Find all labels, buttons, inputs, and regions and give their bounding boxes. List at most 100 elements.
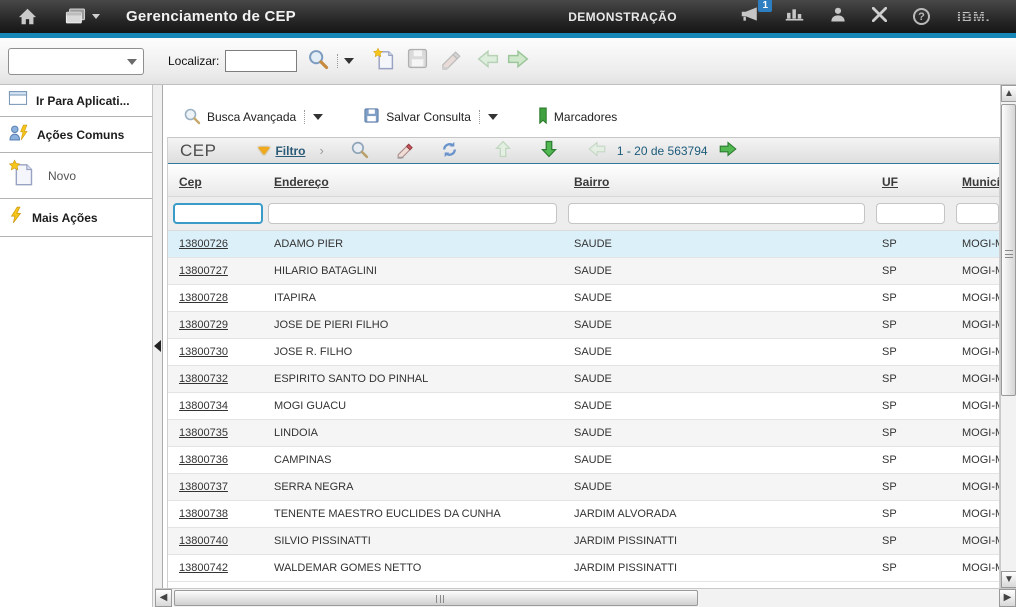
table-row[interactable]: 13800738TENENTE MAESTRO EUCLIDES DA CUNH… [168, 501, 999, 528]
table-row[interactable]: 13800736CAMPINASSAUDESPMOGI-MI [168, 447, 999, 474]
chevron-down-icon [92, 14, 100, 19]
cep-link[interactable]: 13800732 [179, 373, 228, 385]
sidebar-item-new[interactable]: Novo [0, 153, 152, 199]
scroll-right-button[interactable]: ▶ [999, 589, 1016, 607]
sidebar-item-more-actions[interactable]: Mais Ações [0, 199, 152, 237]
filter-input-endereco[interactable] [268, 203, 557, 224]
find-search-button[interactable] [307, 48, 329, 75]
table-row[interactable]: 13800729JOSE DE PIERI FILHOSAUDESPMOGI-M… [168, 312, 999, 339]
cep-link[interactable]: 13800730 [179, 346, 228, 358]
clear-changes-button[interactable] [439, 47, 462, 75]
applications-menu-icon[interactable] [65, 8, 100, 25]
next-record-button[interactable] [506, 48, 530, 75]
previous-row-button[interactable] [493, 139, 513, 162]
bookmarks-button[interactable]: Marcadores [538, 107, 617, 127]
table-row[interactable]: 13800732ESPIRITO SANTO DO PINHALSAUDESPM… [168, 366, 999, 393]
cep-link[interactable]: 13800728 [179, 292, 228, 304]
announcements-button[interactable]: 1 [739, 6, 759, 27]
previous-record-button[interactable] [476, 48, 500, 75]
filter-input-uf[interactable] [876, 203, 945, 224]
horizontal-scrollbar-thumb[interactable] [174, 590, 698, 606]
help-button[interactable]: ? [913, 8, 930, 25]
scroll-up-button[interactable]: ▲ [1001, 85, 1016, 102]
next-page-button[interactable] [718, 140, 738, 161]
table-row[interactable]: 13800742WALDEMAR GOMES NETTOJARDIM PISSI… [168, 555, 999, 582]
table-cell: MOGI-MI [951, 481, 999, 493]
table-cell: SP [871, 346, 951, 358]
advanced-search-button[interactable]: Busca Avançada [183, 107, 296, 128]
cep-link[interactable]: 13800736 [179, 454, 228, 466]
table-row[interactable]: 13800735LINDOIASAUDESPMOGI-MI [168, 420, 999, 447]
find-options-dropdown[interactable] [342, 58, 354, 64]
find-input[interactable] [225, 50, 297, 72]
table-cell: CAMPINAS [263, 454, 563, 466]
previous-page-button[interactable] [587, 140, 607, 161]
cep-cell: 13800735 [168, 427, 263, 439]
column-header-cep[interactable]: Cep [168, 175, 263, 196]
cep-link[interactable]: 13800726 [179, 238, 228, 250]
cep-link[interactable]: 13800738 [179, 508, 228, 520]
profile-button[interactable] [830, 7, 846, 27]
next-row-button[interactable] [539, 139, 559, 162]
filter-input-bairro[interactable] [568, 203, 865, 224]
table-row[interactable]: 13800737SERRA NEGRASAUDESPMOGI-MI [168, 474, 999, 501]
sidebar-splitter[interactable] [152, 85, 163, 607]
save-query-button[interactable]: Salvar Consulta [363, 107, 471, 127]
clear-filter-button[interactable] [395, 140, 414, 162]
table-cell: SP [871, 535, 951, 547]
close-button[interactable] [872, 7, 887, 27]
filter-toggle[interactable]: Filtro [258, 144, 305, 158]
filter-input-cep[interactable] [173, 203, 263, 224]
chevron-down-icon[interactable] [488, 114, 498, 120]
column-header-endereco[interactable]: Endereço [263, 175, 563, 196]
magnifier-icon [183, 107, 201, 128]
filter-input-municipio[interactable] [956, 203, 999, 224]
lightning-icon [8, 206, 24, 229]
table-row[interactable]: 13800734MOGI GUACUSAUDESPMOGI-MI [168, 393, 999, 420]
cep-link[interactable]: 13800742 [179, 562, 228, 574]
quick-toolbar: Localizar: [0, 38, 1016, 85]
table-row[interactable]: 13800728ITAPIRASAUDESPMOGI-MI [168, 285, 999, 312]
sidebar-item-common-actions[interactable]: Ações Comuns [0, 117, 152, 153]
cep-link[interactable]: 13800727 [179, 265, 228, 277]
sidebar-item-label: Novo [48, 169, 76, 183]
sidebar-item-go-to-applications[interactable]: Ir Para Aplicati... [0, 85, 152, 117]
new-record-button[interactable] [372, 47, 396, 76]
cep-link[interactable]: 13800729 [179, 319, 228, 331]
column-header-uf[interactable]: UF [871, 175, 951, 196]
quick-insert-combobox[interactable] [8, 48, 144, 75]
collapse-sidebar-icon[interactable] [154, 340, 161, 352]
scroll-left-button[interactable]: ◀ [155, 589, 172, 607]
table-cell: SAUDE [563, 238, 871, 250]
table-cell: MOGI-MI [951, 562, 999, 574]
table-cell: SAUDE [563, 319, 871, 331]
bookmarks-label: Marcadores [554, 110, 617, 124]
refresh-button[interactable] [440, 140, 459, 162]
table-row[interactable]: 13800726ADAMO PIERSAUDESPMOGI-MI [168, 231, 999, 258]
chevron-down-icon[interactable] [313, 114, 323, 120]
vertical-scrollbar[interactable]: ▲ ▼ [1000, 85, 1016, 588]
search-actions-bar: Busca Avançada Salvar Consulta Marcadore… [169, 102, 617, 132]
vertical-scrollbar-thumb[interactable] [1001, 104, 1016, 396]
column-header-bairro[interactable]: Bairro [563, 175, 871, 196]
table-cell: MOGI-MI [951, 319, 999, 331]
scroll-down-button[interactable]: ▼ [1001, 571, 1016, 588]
reports-button[interactable] [785, 7, 804, 26]
cep-link[interactable]: 13800737 [179, 481, 228, 493]
arrow-left-icon [476, 48, 500, 75]
save-button[interactable] [406, 47, 429, 75]
table-row[interactable]: 13800727HILARIO BATAGLINISAUDESPMOGI-MI [168, 258, 999, 285]
home-icon[interactable] [18, 8, 37, 25]
refresh-icon [440, 140, 459, 162]
horizontal-scrollbar[interactable]: ◀ ▶ [155, 588, 1016, 607]
cep-link[interactable]: 13800734 [179, 400, 228, 412]
search-rows-button[interactable] [350, 140, 369, 162]
help-icon: ? [913, 8, 930, 25]
cep-link[interactable]: 13800735 [179, 427, 228, 439]
advanced-search-label: Busca Avançada [207, 110, 296, 124]
table-cell: MOGI-MI [951, 427, 999, 439]
cep-link[interactable]: 13800740 [179, 535, 228, 547]
column-header-municipio[interactable]: Município [951, 175, 999, 196]
table-row[interactable]: 13800730JOSE R. FILHOSAUDESPMOGI-MI [168, 339, 999, 366]
table-row[interactable]: 13800740SILVIO PISSINATTIJARDIM PISSINAT… [168, 528, 999, 555]
